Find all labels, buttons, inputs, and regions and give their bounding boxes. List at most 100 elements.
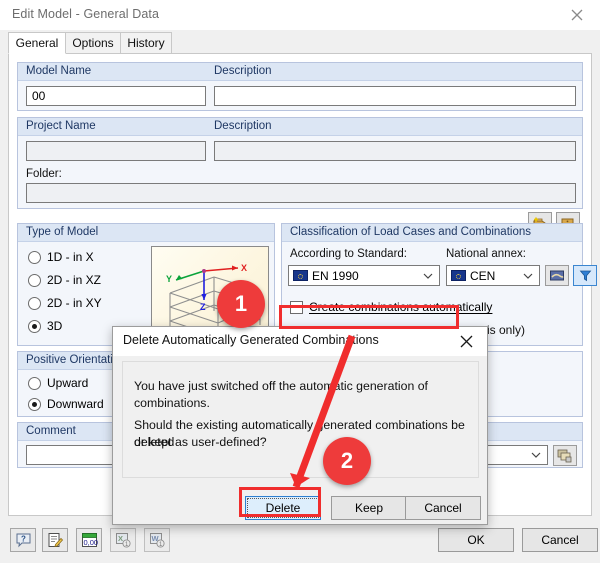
filter-funnel-icon	[579, 270, 591, 282]
national-annex-value: CEN	[470, 268, 496, 283]
radio-dot	[28, 250, 41, 264]
tab-history-label: History	[127, 36, 165, 50]
chevron-down-icon	[531, 452, 541, 458]
footer-bar: ? 0,00 X 1 W 1 OK Cancel	[0, 520, 600, 563]
cancel-button[interactable]: Cancel	[522, 528, 598, 552]
radio-dot	[28, 397, 41, 411]
chevron-down-icon	[423, 273, 433, 279]
window-title-bar: Edit Model - General Data	[0, 0, 600, 31]
tab-general[interactable]: General	[8, 32, 66, 54]
close-icon	[571, 9, 583, 21]
radio-2d-in-xz[interactable]: 2D - in XZ	[28, 273, 101, 287]
radio-2d-in-xz-label: 2D - in XZ	[47, 273, 102, 287]
callout-badge-2: 2	[323, 437, 371, 485]
svg-text:0,00: 0,00	[83, 538, 98, 547]
comment-library-button[interactable]	[553, 445, 577, 466]
standard-value: EN 1990	[312, 268, 359, 283]
type-of-model-header: Type of Model	[18, 224, 274, 242]
description-input-2[interactable]	[214, 141, 576, 161]
export-word-button[interactable]: W 1	[144, 528, 170, 552]
edit-notes-icon	[48, 533, 63, 548]
callout-badge-1: 1	[217, 280, 265, 328]
radio-2d-in-xy[interactable]: 2D - in XY	[28, 296, 102, 310]
model-name-input[interactable]: 00	[26, 86, 206, 106]
eu-flag-icon	[293, 270, 308, 281]
dialog-title-bar: Delete Automatically Generated Combinati…	[113, 327, 487, 356]
classification-header: Classification of Load Cases and Combina…	[282, 224, 582, 242]
radio-dot	[28, 376, 41, 390]
tab-strip: General Options History	[8, 32, 592, 54]
dialog-line-3: or kept as user-defined?	[134, 435, 267, 449]
tab-options[interactable]: Options	[65, 32, 121, 54]
window-title: Edit Model - General Data	[12, 7, 160, 21]
create-combinations-label: Create combinations automatically	[309, 300, 493, 314]
tab-history[interactable]: History	[120, 32, 172, 54]
comment-title: Comment	[26, 425, 76, 437]
ok-label: OK	[467, 533, 485, 547]
chevron-down-icon	[523, 273, 533, 279]
units-decimal-icon: 0,00	[81, 533, 98, 547]
dialog-close-button[interactable]	[445, 327, 487, 356]
dialog-cancel-label: Cancel	[424, 501, 462, 515]
callout-badge-1-label: 1	[234, 291, 248, 316]
dialog-delete-button[interactable]: Delete	[245, 496, 321, 520]
eu-flag-icon	[451, 270, 466, 281]
radio-3d[interactable]: 3D	[28, 319, 62, 333]
radio-dot	[28, 296, 41, 310]
project-name-header: Project Name	[18, 118, 582, 136]
export-excel-button[interactable]: X 1	[110, 528, 136, 552]
folder-label: Folder:	[26, 168, 62, 180]
svg-text:Y: Y	[166, 274, 172, 284]
edit-annex-button[interactable]	[545, 265, 569, 286]
svg-text:X: X	[118, 534, 123, 543]
help-button[interactable]: ?	[10, 528, 36, 552]
classification-title: Classification of Load Cases and Combina…	[290, 226, 531, 238]
tab-options-label: Options	[72, 36, 114, 50]
folder-input[interactable]	[26, 183, 576, 203]
window-close-button[interactable]	[554, 0, 600, 30]
svg-text:Z: Z	[200, 302, 206, 312]
radio-1d-in-x[interactable]: 1D - in X	[28, 250, 94, 264]
type-of-model-title: Type of Model	[26, 226, 99, 238]
dialog-cancel-button[interactable]: Cancel	[405, 496, 481, 520]
radio-dot	[28, 273, 41, 287]
radio-upward[interactable]: Upward	[28, 376, 88, 390]
radio-upward-label: Upward	[47, 376, 89, 390]
radio-2d-in-xy-label: 2D - in XY	[47, 296, 102, 310]
dialog-title: Delete Automatically Generated Combinati…	[123, 333, 379, 347]
radio-dot	[28, 319, 41, 333]
help-icon: ?	[16, 533, 30, 548]
radio-downward[interactable]: Downward	[28, 397, 104, 411]
filter-button[interactable]	[573, 265, 597, 286]
dialog-delete-label: Delete	[265, 501, 301, 515]
national-annex-label: National annex:	[446, 248, 526, 260]
model-name-header: Model Name	[18, 63, 582, 81]
cancel-label: Cancel	[541, 533, 579, 547]
create-combinations-checkbox[interactable]: Create combinations automatically	[290, 300, 492, 314]
export-excel-icon: X 1	[115, 533, 131, 548]
project-name-label: Project Name	[26, 120, 96, 132]
dialog-button-row: Delete Keep Cancel	[113, 486, 487, 526]
standard-combo[interactable]: EN 1990	[288, 265, 440, 286]
radio-3d-label: 3D	[47, 319, 63, 333]
callout-badge-2-label: 2	[340, 448, 354, 473]
radio-downward-label: Downward	[47, 397, 104, 411]
model-name-group: Model Name Description 00	[17, 62, 583, 111]
model-name-label: Model Name	[26, 65, 92, 77]
ok-button[interactable]: OK	[438, 528, 514, 552]
dialog-keep-button[interactable]: Keep	[331, 496, 407, 520]
checkbox-box	[290, 300, 303, 314]
svg-text:X: X	[241, 263, 247, 273]
national-annex-combo[interactable]: CEN	[446, 265, 540, 286]
delete-combinations-dialog: Delete Automatically Generated Combinati…	[112, 326, 488, 525]
edit-annex-icon	[550, 270, 564, 281]
edit-notes-button[interactable]	[42, 528, 68, 552]
project-name-input[interactable]	[26, 141, 206, 161]
positive-orientation-title: Positive Orientation	[26, 354, 126, 366]
units-button[interactable]: 0,00	[76, 528, 102, 552]
description-input-1[interactable]	[214, 86, 576, 106]
export-word-icon: W 1	[149, 533, 165, 548]
tab-general-label: General	[15, 36, 59, 50]
hidden-option-tail: is only)	[487, 323, 526, 337]
screenshot-root: Edit Model - General Data General Option…	[0, 0, 600, 563]
